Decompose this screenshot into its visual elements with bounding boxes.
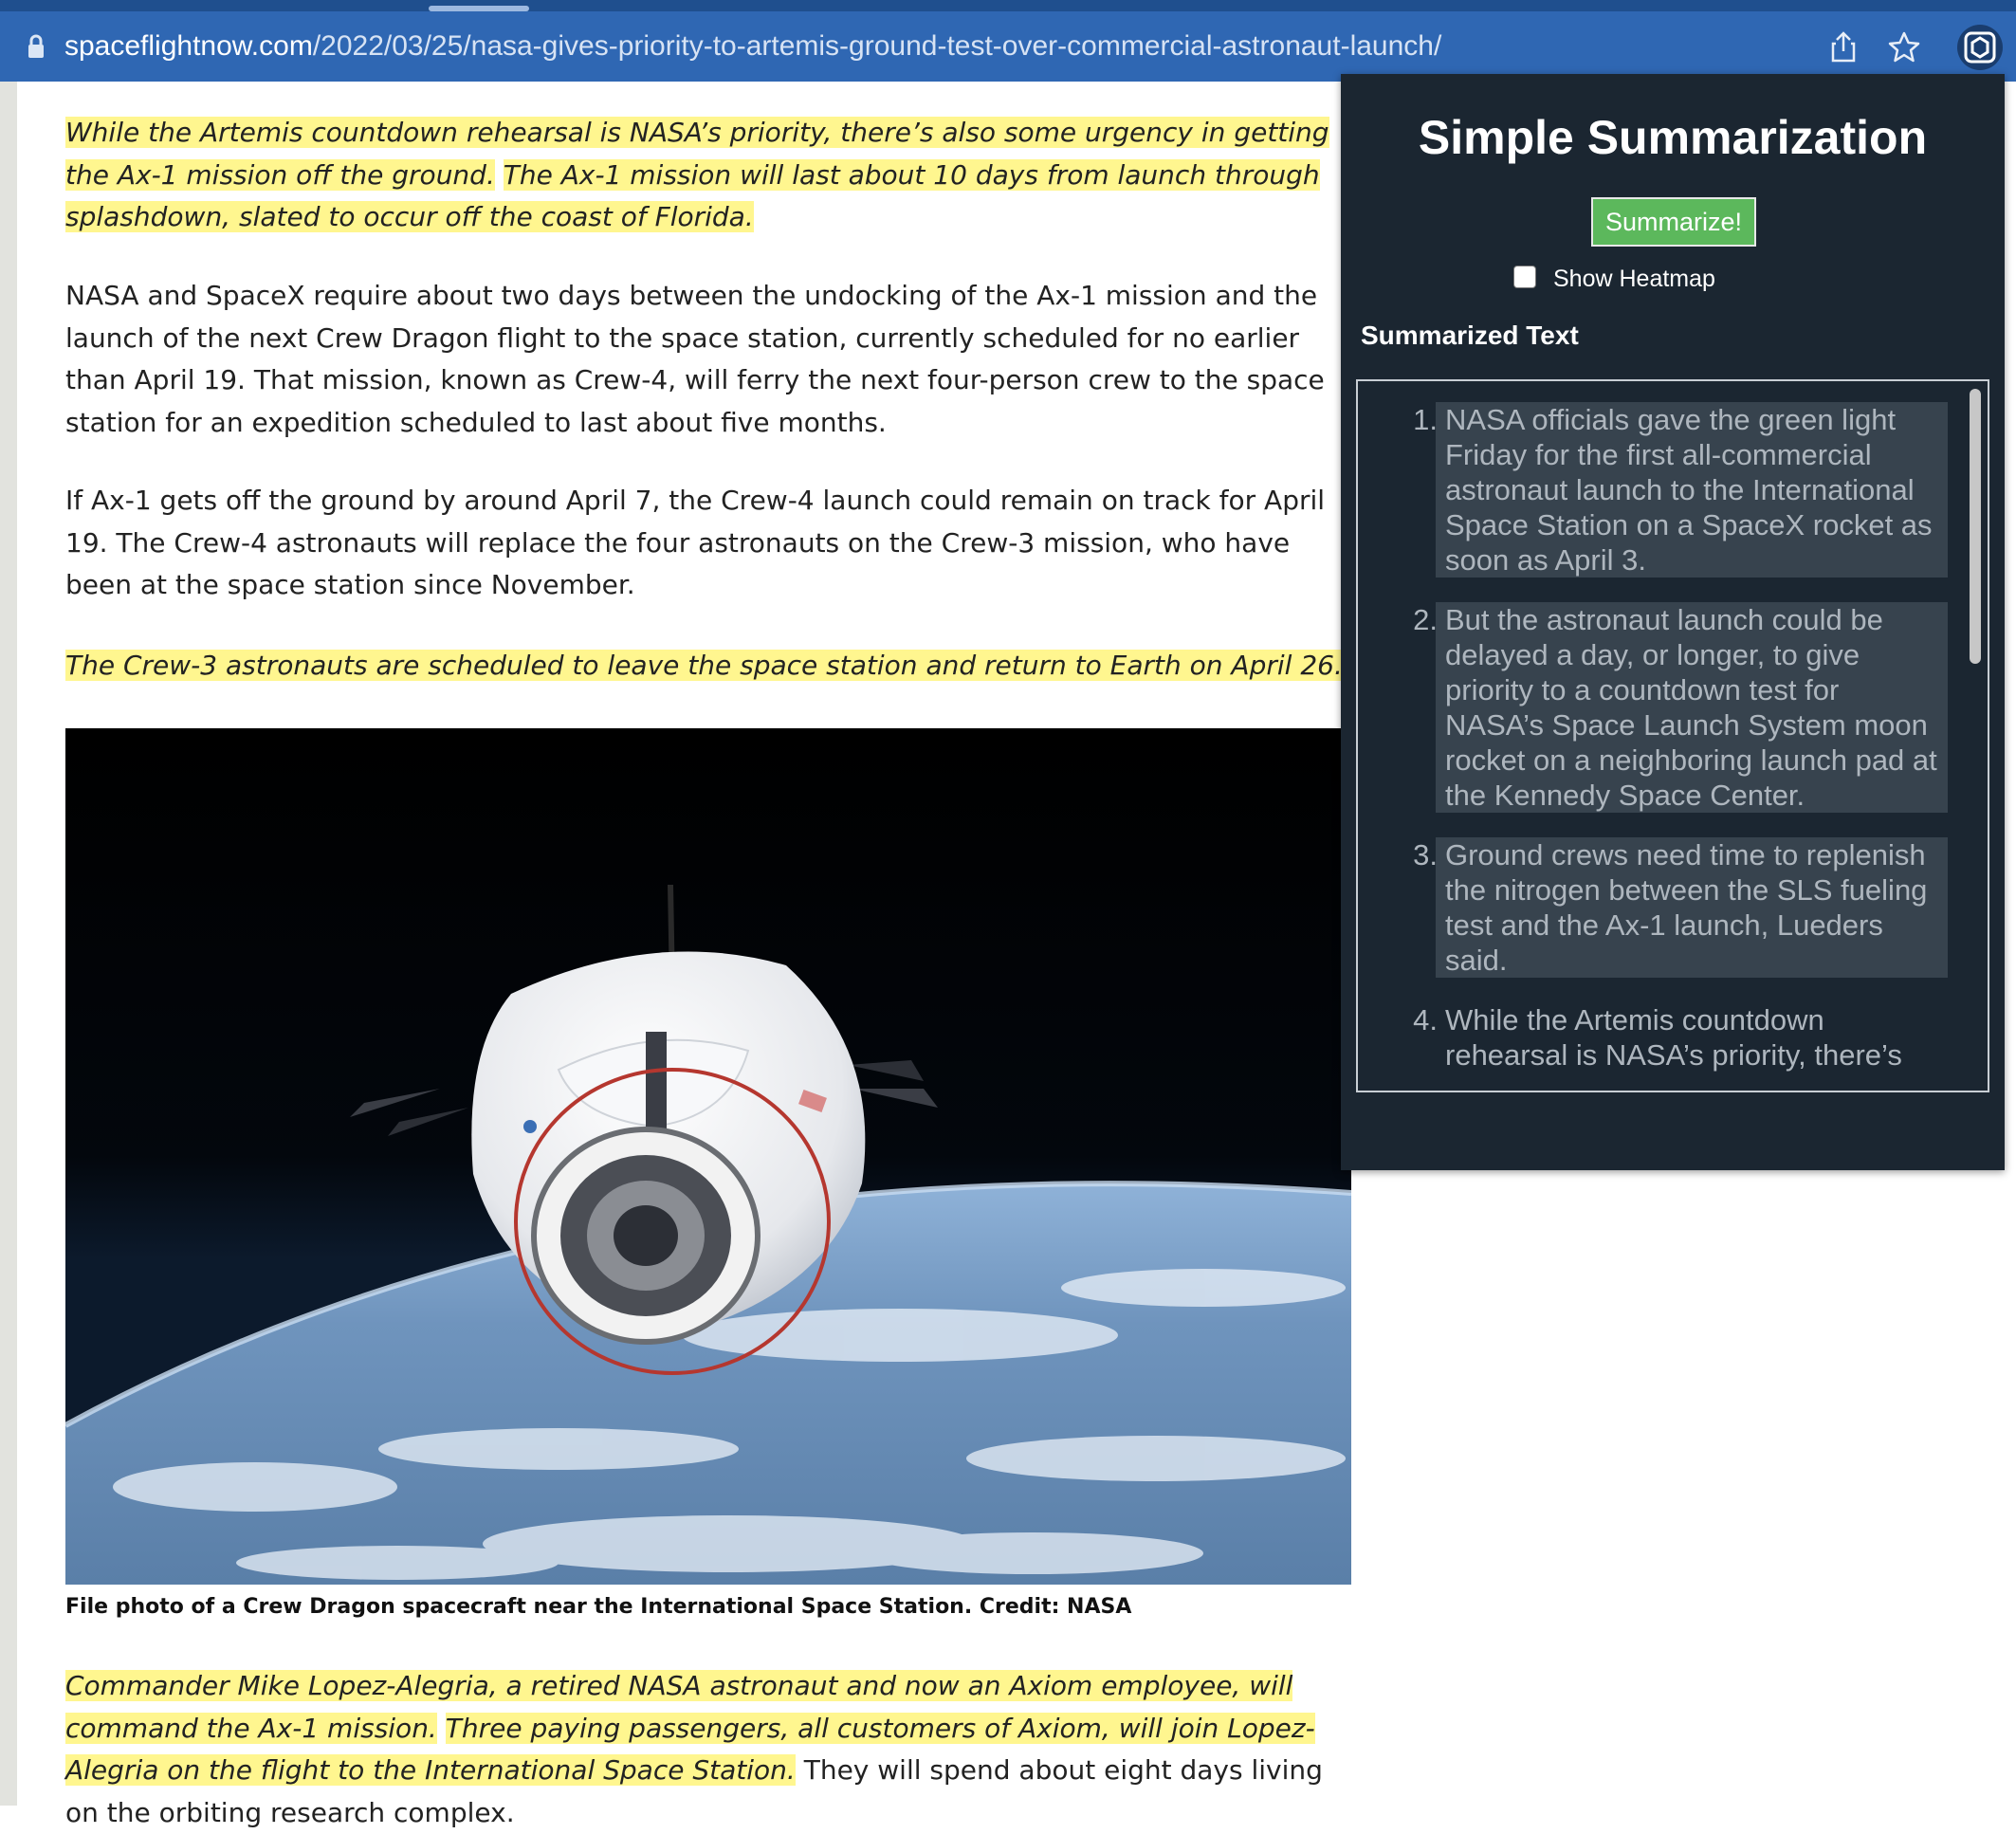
url-path: /2022/03/25/nasa-gives-priority-to-artem…	[312, 30, 1442, 62]
share-icon[interactable]	[1823, 27, 1864, 68]
summary-item-text: While the Artemis countdown rehearsal is…	[1445, 1003, 1902, 1072]
photo-caption: File photo of a Crew Dragon spacecraft n…	[65, 1595, 1132, 1619]
summary-item: 4. While the Artemis countdown rehearsal…	[1358, 1002, 1965, 1073]
summary-item: 1. NASA officials gave the green light F…	[1358, 402, 1965, 578]
article-paragraph: The Crew-3 astronauts are scheduled to l…	[65, 645, 1355, 688]
article-photo	[65, 728, 1351, 1585]
summary-item-text: NASA officials gave the green light Frid…	[1436, 402, 1948, 578]
article-paragraph: Commander Mike Lopez-Alegria, a retired …	[65, 1665, 1355, 1834]
summary-item-text: But the astronaut launch could be delaye…	[1436, 602, 1948, 813]
article-paragraph: While the Artemis countdown rehearsal is…	[65, 112, 1355, 239]
article-paragraph: If Ax-1 gets off the ground by around Ap…	[65, 485, 1326, 600]
url-host: spaceflightnow.com	[64, 30, 313, 62]
summarized-text-header: Summarized Text	[1361, 321, 1579, 350]
bookmark-star-icon[interactable]	[1883, 27, 1925, 68]
summarize-button[interactable]: Summarize!	[1591, 197, 1756, 247]
panel-title: Simple Summarization	[1418, 111, 1928, 164]
show-heatmap-label: Show Heatmap	[1553, 266, 1715, 292]
url-field[interactable]: spaceflightnow.com/2022/03/25/nasa-gives…	[64, 28, 1441, 64]
summary-item-number: 1.	[1413, 403, 1438, 436]
summary-item: 3. Ground crews need time to replenish t…	[1358, 837, 1965, 978]
highlighted-sentence: The Crew-3 astronauts are scheduled to l…	[65, 650, 1343, 681]
summary-list: 1. NASA officials gave the green light F…	[1358, 402, 1965, 1091]
address-bar: spaceflightnow.com/2022/03/25/nasa-gives…	[0, 11, 2016, 82]
page-left-margin	[0, 82, 17, 1806]
summary-scrollbar-thumb[interactable]	[1970, 389, 1981, 664]
lock-icon[interactable]	[27, 34, 46, 59]
extension-icon[interactable]	[1957, 25, 2003, 70]
summary-item-text: Ground crews need time to replenish the …	[1436, 837, 1948, 978]
summary-item-number: 2.	[1413, 603, 1438, 636]
summary-item-number: 4.	[1413, 1003, 1438, 1036]
article-paragraph: NASA and SpaceX require about two days b…	[65, 280, 1325, 438]
summary-item-number: 3.	[1413, 838, 1438, 871]
show-heatmap-checkbox[interactable]	[1513, 266, 1536, 288]
summarization-panel: Simple Summarization Summarize! Show Hea…	[1341, 74, 2005, 1170]
tab-strip	[0, 0, 2016, 11]
summary-item: 2. But the astronaut launch could be del…	[1358, 602, 1965, 813]
summary-scrollbar[interactable]	[1967, 385, 1984, 1087]
summarized-text-box[interactable]: 1. NASA officials gave the green light F…	[1356, 379, 1989, 1092]
